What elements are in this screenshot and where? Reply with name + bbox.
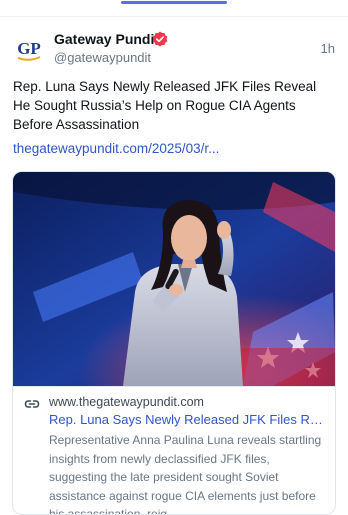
card-title[interactable]: Rep. Luna Says Newly Released JFK Files … [49,412,325,427]
post-text: Rep. Luna Says Newly Released JFK Files … [13,79,317,132]
card-image[interactable] [13,172,335,386]
display-name[interactable]: Gateway Pundit [54,31,159,47]
card-body[interactable]: www.thegatewaypundit.com Rep. Luna Says … [13,386,335,515]
link-icon [24,400,40,408]
speaker-photo [13,172,335,386]
active-tab-indicator [121,1,227,4]
post-link[interactable]: thegatewaypundit.com/2025/03/r... [13,141,219,156]
tab-bar [0,0,348,17]
handle[interactable]: @gatewaypundit [54,50,151,65]
card-domain: www.thegatewaypundit.com [49,395,204,409]
avatar[interactable]: GP [12,32,46,66]
gateway-pundit-logo-icon: GP [17,39,41,61]
card-description: Representative Anna Paulina Luna reveals… [49,433,322,515]
timestamp[interactable]: 1h [321,41,335,56]
avatar-text: GP [17,39,41,58]
link-preview-card[interactable]: www.thegatewaypundit.com Rep. Luna Says … [12,171,336,515]
verified-badge-icon [152,31,168,47]
